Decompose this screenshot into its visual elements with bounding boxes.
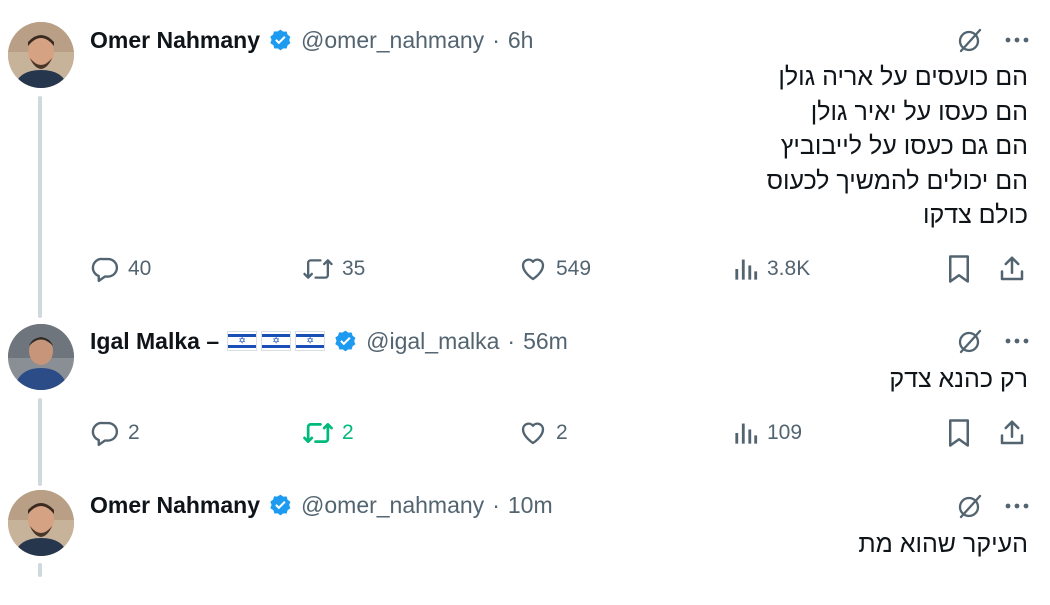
tweet-top-actions bbox=[956, 327, 1030, 355]
like-icon bbox=[521, 258, 545, 281]
share-button[interactable] bbox=[997, 416, 1027, 450]
reply-button[interactable]: 2 bbox=[90, 416, 140, 450]
timestamp[interactable]: 6h bbox=[508, 27, 534, 54]
retweet-button[interactable]: 35 bbox=[302, 252, 365, 286]
bookmark-icon bbox=[949, 255, 969, 283]
tweet-text: העיקר שהוא מת bbox=[858, 530, 1028, 558]
tweet-text: רק כהנא צדק bbox=[889, 365, 1028, 393]
verified-badge-icon[interactable] bbox=[268, 28, 293, 53]
avatar[interactable] bbox=[8, 490, 74, 556]
israel-flag-icon: ✡ bbox=[227, 331, 258, 351]
reply-icon bbox=[91, 421, 119, 447]
grok-icon[interactable] bbox=[956, 327, 984, 355]
reply-count: 2 bbox=[128, 421, 140, 444]
retweet-icon bbox=[303, 423, 333, 443]
israel-flag-icon: ✡ bbox=[295, 331, 326, 351]
tweet-action-bar: 2 2 2 109 bbox=[90, 416, 1035, 450]
thread-connector bbox=[38, 563, 42, 577]
verified-badge-icon[interactable] bbox=[268, 493, 293, 518]
retweet-button[interactable]: 2 bbox=[302, 416, 354, 450]
author-name[interactable]: Igal Malka – bbox=[90, 328, 219, 355]
timestamp[interactable]: 10m bbox=[508, 492, 553, 519]
tweet-top-actions bbox=[956, 26, 1030, 54]
tweet-action-bar: 40 35 549 3.8K bbox=[90, 252, 1035, 286]
author-name[interactable]: Omer Nahmany bbox=[90, 492, 260, 519]
retweet-count: 2 bbox=[342, 421, 354, 444]
separator-dot: · bbox=[492, 491, 500, 518]
avatar-image bbox=[8, 324, 74, 390]
timestamp[interactable]: 56m bbox=[523, 328, 568, 355]
view-count: 109 bbox=[767, 421, 803, 444]
retweet-count: 35 bbox=[342, 257, 366, 280]
views-icon bbox=[735, 423, 758, 444]
avatar-image bbox=[8, 22, 74, 88]
avatar-image bbox=[8, 490, 74, 556]
share-icon bbox=[1000, 256, 1024, 281]
avatar[interactable] bbox=[8, 22, 74, 88]
grok-icon[interactable] bbox=[956, 26, 984, 54]
views-button[interactable]: 109 bbox=[733, 416, 802, 450]
retweet-icon bbox=[303, 259, 333, 279]
view-count: 3.8K bbox=[767, 257, 811, 280]
bookmark-button[interactable] bbox=[945, 252, 973, 286]
more-icon[interactable] bbox=[1004, 328, 1030, 354]
name-flags: ✡ ✡ ✡ bbox=[227, 331, 326, 351]
share-button[interactable] bbox=[997, 252, 1027, 286]
separator-dot: · bbox=[507, 327, 516, 354]
avatar[interactable] bbox=[8, 324, 74, 390]
reply-button[interactable]: 40 bbox=[90, 252, 151, 286]
like-count: 2 bbox=[556, 421, 568, 444]
like-button[interactable]: 2 bbox=[518, 416, 568, 450]
views-button[interactable]: 3.8K bbox=[733, 252, 810, 286]
bookmark-button[interactable] bbox=[945, 416, 973, 450]
author-handle[interactable]: @omer_nahmany bbox=[301, 27, 484, 54]
like-count: 549 bbox=[556, 257, 592, 280]
like-button[interactable]: 549 bbox=[518, 252, 591, 286]
reply-count: 40 bbox=[128, 257, 152, 280]
views-icon bbox=[735, 259, 758, 280]
israel-flag-icon: ✡ bbox=[261, 331, 292, 351]
tweet-header: Omer Nahmany @omer_nahmany · 10m bbox=[90, 490, 553, 520]
bookmark-icon bbox=[949, 419, 969, 447]
author-handle[interactable]: @omer_nahmany bbox=[301, 492, 484, 519]
tweet-top-actions bbox=[956, 492, 1030, 520]
more-icon[interactable] bbox=[1004, 27, 1030, 53]
thread-connector bbox=[38, 96, 42, 318]
grok-icon[interactable] bbox=[956, 492, 984, 520]
reply-thread: Omer Nahmany @omer_nahmany · 6h הם כועסי… bbox=[0, 0, 1050, 605]
tweet-header: Igal Malka – ✡ ✡ ✡ @igal_malka · 56m bbox=[90, 326, 568, 356]
like-icon bbox=[521, 422, 545, 445]
verified-badge-icon[interactable] bbox=[333, 329, 358, 354]
author-handle[interactable]: @igal_malka bbox=[366, 328, 499, 355]
reply-icon bbox=[91, 257, 119, 283]
author-name[interactable]: Omer Nahmany bbox=[90, 27, 260, 54]
tweet-header: Omer Nahmany @omer_nahmany · 6h bbox=[90, 25, 533, 55]
separator-dot: · bbox=[492, 26, 500, 53]
thread-connector bbox=[38, 398, 42, 486]
share-icon bbox=[1000, 420, 1024, 445]
tweet-text: הם כועסים על אריה גולן הם כעסו על יאיר ג… bbox=[766, 63, 1028, 229]
more-icon[interactable] bbox=[1004, 493, 1030, 519]
